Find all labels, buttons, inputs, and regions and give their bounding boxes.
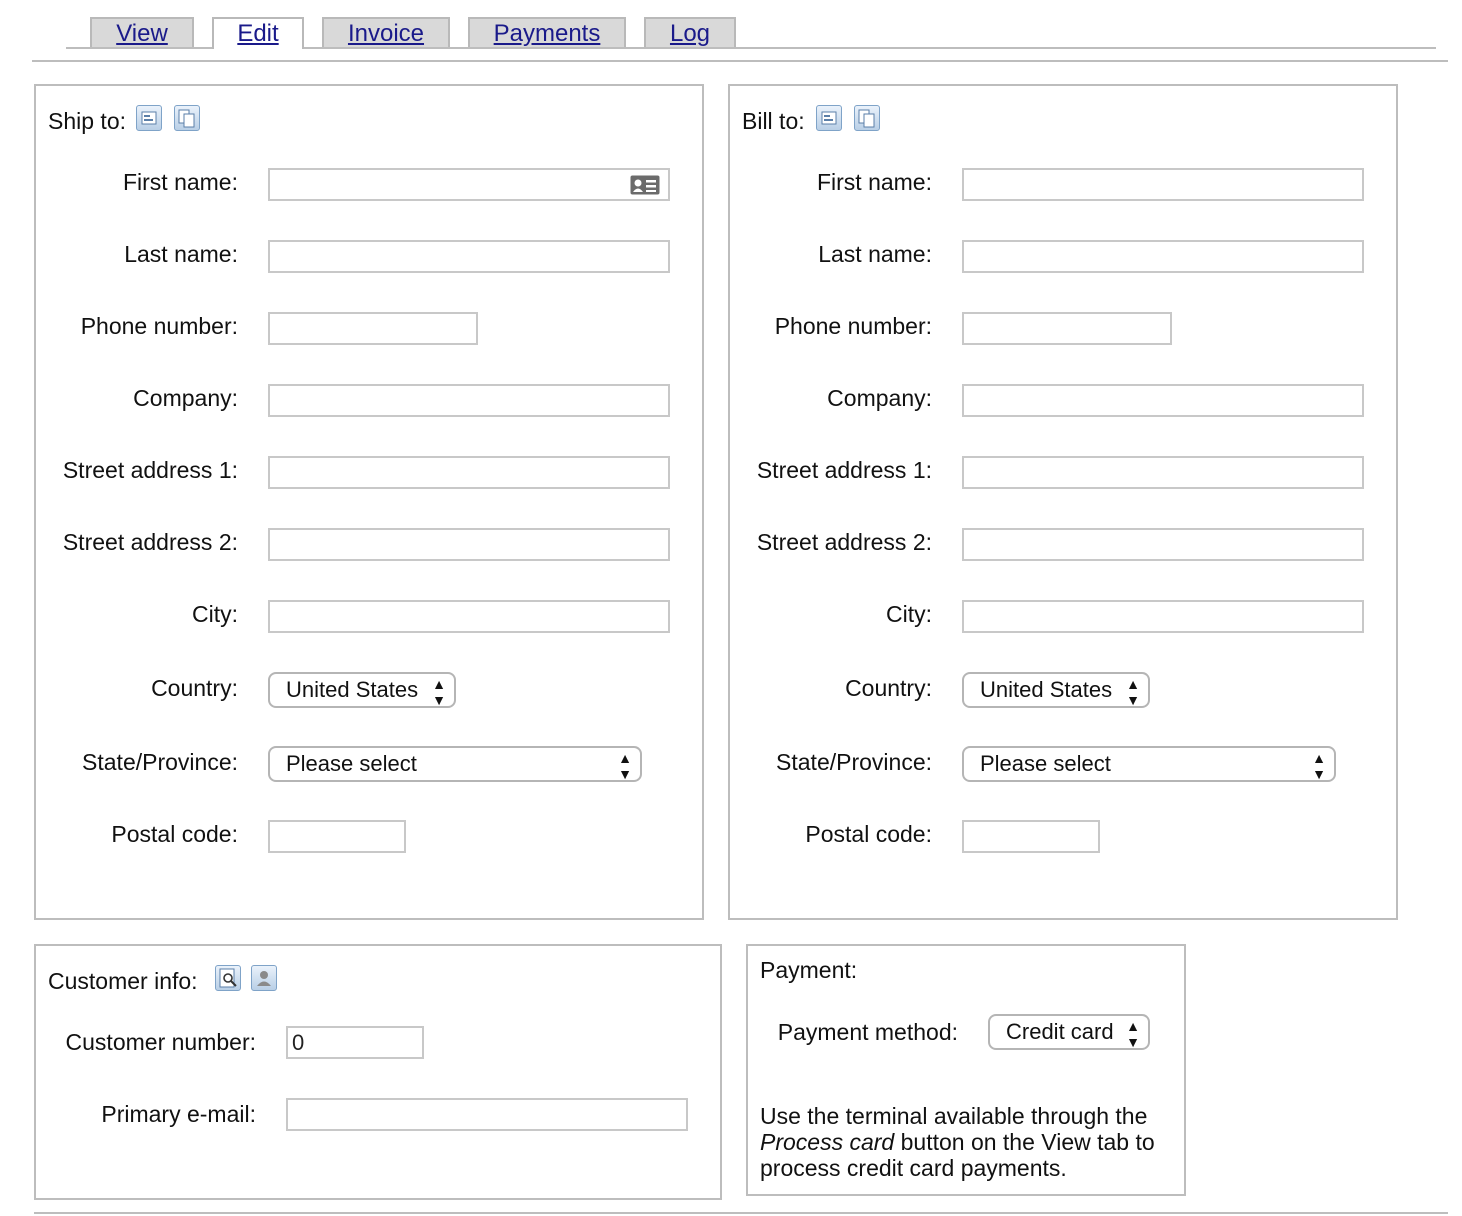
payment-method-select[interactable]: Credit card ▲ ▼: [988, 1014, 1150, 1050]
copy-icon[interactable]: [854, 105, 880, 131]
bill-state-select[interactable]: Please select ▲ ▼: [962, 746, 1336, 782]
ship-country-select[interactable]: United States ▲ ▼: [268, 672, 456, 708]
ship-state-select[interactable]: Please select ▲ ▼: [268, 746, 642, 782]
customer-number-label: Customer number:: [65, 1029, 256, 1055]
next-panel-edge: [34, 1212, 1448, 1214]
tab-log-label[interactable]: Log: [670, 20, 710, 47]
bill-first-name-label: First name:: [816, 169, 932, 195]
bill-street1-label: Street address 1:: [756, 457, 932, 483]
select-arrows-icon: ▲ ▼: [1126, 1018, 1140, 1050]
ship-to-title: Ship to:: [48, 108, 126, 134]
payment-title: Payment:: [760, 957, 858, 983]
copy-icon[interactable]: [174, 105, 200, 131]
primary-email-input[interactable]: [286, 1098, 688, 1131]
payment-note-emphasis: Process card: [760, 1129, 895, 1155]
ship-street1-input[interactable]: [268, 456, 670, 489]
bill-country-value: United States: [980, 677, 1113, 702]
primary-email-label: Primary e-mail:: [101, 1101, 256, 1127]
ship-last-name-label: Last name:: [124, 241, 238, 267]
ship-country-label: Country:: [151, 675, 238, 701]
user-icon[interactable]: [251, 965, 277, 991]
tab-edit[interactable]: Edit: [212, 17, 304, 49]
bill-postal-input[interactable]: [962, 820, 1100, 853]
bill-to-panel: [728, 84, 1398, 920]
ship-company-input[interactable]: [268, 384, 670, 417]
bill-company-input[interactable]: [962, 384, 1364, 417]
ship-city-input[interactable]: [268, 600, 670, 633]
select-arrows-icon: ▲ ▼: [618, 750, 632, 782]
bill-to-title: Bill to:: [742, 108, 805, 134]
payment-note: Use the terminal available through the P…: [760, 1103, 1180, 1181]
ship-city-label: City:: [192, 601, 238, 627]
ship-street2-label: Street address 2:: [62, 529, 238, 555]
search-icon[interactable]: [215, 965, 241, 991]
select-arrows-icon: ▲ ▼: [1126, 676, 1140, 708]
contact-card-icon[interactable]: [630, 175, 660, 195]
bill-city-label: City:: [886, 601, 932, 627]
customer-info-title: Customer info:: [48, 968, 198, 994]
payment-note-part1: Use the terminal available through the: [760, 1103, 1148, 1129]
bill-country-label: Country:: [845, 675, 932, 701]
ship-company-label: Company:: [133, 385, 238, 411]
bill-first-name-input[interactable]: [962, 168, 1364, 201]
bill-country-select[interactable]: United States ▲ ▼: [962, 672, 1150, 708]
address-book-icon[interactable]: [816, 105, 842, 131]
tab-view[interactable]: View: [90, 17, 194, 47]
ship-state-value: Please select: [286, 751, 417, 776]
ship-last-name-input[interactable]: [268, 240, 670, 273]
customer-number-input[interactable]: [286, 1026, 424, 1059]
tab-payments[interactable]: Payments: [468, 17, 626, 47]
payment-method-label: Payment method:: [777, 1019, 958, 1045]
ship-first-name-label: First name:: [122, 169, 238, 195]
bill-phone-input[interactable]: [962, 312, 1172, 345]
ship-state-label: State/Province:: [82, 749, 238, 775]
payment-method-value: Credit card: [1006, 1019, 1114, 1044]
ship-country-value: United States: [286, 677, 419, 702]
ship-street1-label: Street address 1:: [62, 457, 238, 483]
ship-postal-label: Postal code:: [111, 821, 238, 847]
ship-to-panel: [34, 84, 704, 920]
bill-state-label: State/Province:: [776, 749, 932, 775]
bill-last-name-label: Last name:: [818, 241, 932, 267]
address-book-icon[interactable]: [136, 105, 162, 131]
ship-postal-input[interactable]: [268, 820, 406, 853]
bill-street1-input[interactable]: [962, 456, 1364, 489]
ship-first-name-input[interactable]: [268, 168, 670, 201]
ship-phone-label: Phone number:: [80, 313, 238, 339]
bill-street2-input[interactable]: [962, 528, 1364, 561]
bill-street2-label: Street address 2:: [756, 529, 932, 555]
select-arrows-icon: ▲ ▼: [432, 676, 446, 708]
bill-postal-label: Postal code:: [805, 821, 932, 847]
tab-payments-label[interactable]: Payments: [494, 20, 601, 47]
tab-invoice-label[interactable]: Invoice: [348, 20, 424, 47]
tab-invoice[interactable]: Invoice: [322, 17, 450, 47]
tab-edit-label[interactable]: Edit: [237, 20, 278, 47]
bill-last-name-input[interactable]: [962, 240, 1364, 273]
bill-state-value: Please select: [980, 751, 1111, 776]
bill-city-input[interactable]: [962, 600, 1364, 633]
tab-view-label[interactable]: View: [116, 20, 168, 47]
header-divider: [32, 60, 1448, 62]
ship-street2-input[interactable]: [268, 528, 670, 561]
bill-company-label: Company:: [827, 385, 932, 411]
bill-phone-label: Phone number:: [774, 313, 932, 339]
tab-log[interactable]: Log: [644, 17, 736, 47]
select-arrows-icon: ▲ ▼: [1312, 750, 1326, 782]
ship-phone-input[interactable]: [268, 312, 478, 345]
